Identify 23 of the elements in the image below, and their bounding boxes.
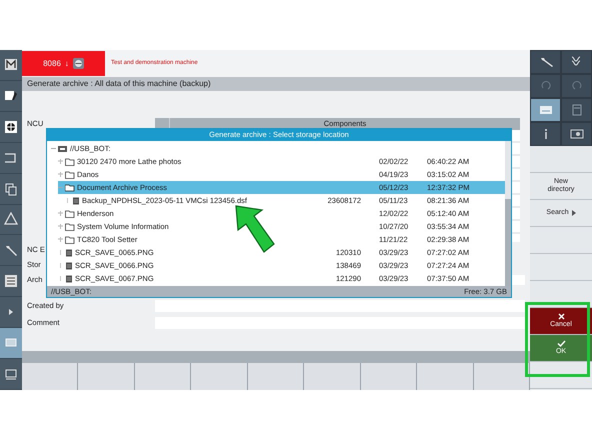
program-icon[interactable]	[4, 150, 18, 165]
offset-icon[interactable]	[4, 120, 18, 134]
wrench-icon[interactable]	[4, 243, 18, 258]
copy-icon[interactable]	[4, 182, 18, 196]
machine-icon[interactable]	[4, 58, 18, 72]
file-icon	[65, 248, 73, 256]
edit-icon[interactable]	[4, 88, 18, 103]
input-field[interactable]	[155, 300, 525, 312]
brand-icon[interactable]	[4, 274, 18, 288]
screen-title: Generate archive : All data of this machine (backup)	[22, 77, 530, 91]
machine-icon	[72, 58, 84, 69]
file-icon	[65, 274, 73, 282]
display-icon[interactable]	[4, 367, 18, 382]
drive-icon	[58, 144, 68, 152]
check-icon	[556, 340, 566, 348]
file-icon	[65, 262, 73, 270]
close-icon	[558, 313, 564, 320]
channel-number: 8086	[43, 58, 61, 70]
scrollbar[interactable]	[505, 141, 511, 286]
input-field[interactable]	[155, 316, 525, 328]
alarm-icon[interactable]	[4, 212, 18, 226]
file-icon	[72, 196, 80, 204]
channel-mark: ↓	[64, 58, 69, 70]
